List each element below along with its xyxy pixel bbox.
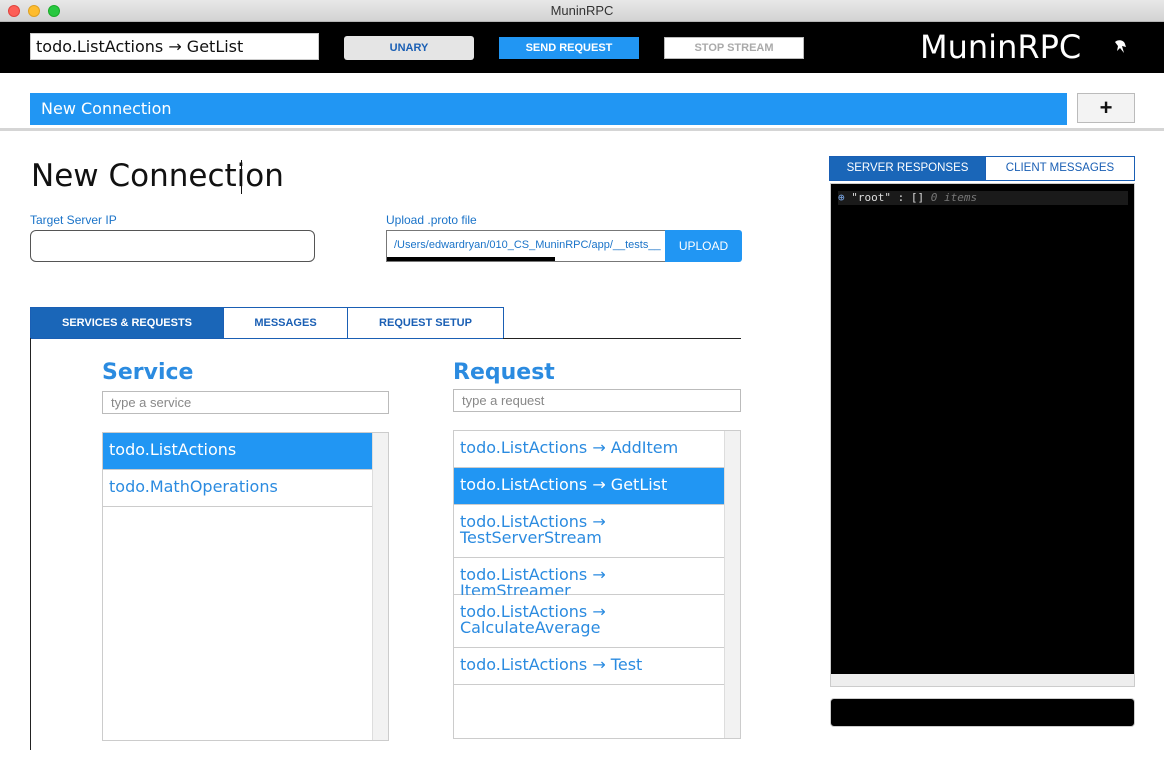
- target-ip-input[interactable]: [30, 230, 315, 262]
- divider: [0, 128, 1164, 131]
- request-search-input[interactable]: type a request: [453, 389, 741, 412]
- service-item-listactions[interactable]: todo.ListActions: [103, 433, 374, 470]
- tab-divider: [503, 338, 741, 339]
- app-brand: MuninRPC: [920, 28, 1082, 66]
- service-list-scrollbar[interactable]: [372, 433, 388, 740]
- zoom-window-button[interactable]: [48, 5, 60, 17]
- server-response-viewer: ⊕ "root" : [] 0 items: [830, 183, 1135, 687]
- service-item-mathoperations[interactable]: todo.MathOperations: [103, 470, 374, 507]
- stop-stream-button[interactable]: STOP STREAM: [664, 37, 804, 59]
- tab-server-responses[interactable]: SERVER RESPONSES: [829, 156, 986, 181]
- tab-messages[interactable]: MESSAGES: [223, 307, 348, 339]
- upload-proto-label: Upload .proto file: [386, 213, 477, 227]
- unary-button[interactable]: UNARY: [344, 36, 474, 60]
- window-titlebar: MuninRPC: [0, 0, 1164, 22]
- target-ip-label: Target Server IP: [30, 213, 117, 227]
- connection-tab[interactable]: New Connection: [30, 93, 1067, 125]
- add-connection-button[interactable]: +: [1077, 93, 1135, 123]
- service-heading: Service: [102, 360, 194, 385]
- request-item-getlist[interactable]: todo.ListActions → GetList: [454, 468, 725, 505]
- request-list-scrollbar[interactable]: [724, 431, 740, 738]
- panel-border: [30, 338, 31, 750]
- text-cursor: [241, 160, 242, 194]
- window-title: MuninRPC: [550, 3, 614, 18]
- request-item-additem[interactable]: todo.ListActions → AddItem: [454, 431, 725, 468]
- send-request-button[interactable]: SEND REQUEST: [499, 37, 639, 59]
- request-item-testserverstream[interactable]: todo.ListActions → TestServerStream: [454, 505, 614, 558]
- tab-request-setup[interactable]: REQUEST SETUP: [347, 307, 504, 339]
- response-status-bar: [830, 698, 1135, 727]
- upload-progress-bar: [387, 257, 555, 261]
- request-heading: Request: [453, 360, 555, 385]
- request-item-calculateaverage[interactable]: todo.ListActions → CalculateAverage: [454, 595, 614, 648]
- route-input[interactable]: todo.ListActions → GetList: [30, 33, 319, 60]
- tab-services-requests[interactable]: SERVICES & REQUESTS: [30, 307, 224, 339]
- json-item-count: 0 items: [930, 191, 978, 204]
- service-search-input[interactable]: type a service: [102, 391, 389, 414]
- top-toolbar: todo.ListActions → GetList UNARY SEND RE…: [0, 22, 1164, 73]
- upload-button[interactable]: UPLOAD: [665, 230, 742, 262]
- close-window-button[interactable]: [8, 5, 20, 17]
- page-title: New Connection: [31, 158, 284, 194]
- service-list: todo.ListActions todo.MathOperations: [102, 432, 389, 741]
- request-item-test[interactable]: todo.ListActions → Test: [454, 648, 725, 685]
- request-list: todo.ListActions → AddItem todo.ListActi…: [453, 430, 741, 739]
- expand-icon[interactable]: ⊕: [838, 191, 845, 204]
- response-horizontal-scrollbar[interactable]: [831, 674, 1134, 686]
- json-root-key: "root" : []: [851, 191, 925, 204]
- json-root-line: ⊕ "root" : [] 0 items: [838, 191, 1128, 205]
- tab-client-messages[interactable]: CLIENT MESSAGES: [985, 156, 1135, 181]
- minimize-window-button[interactable]: [28, 5, 40, 17]
- raven-logo-icon: [1110, 37, 1130, 57]
- request-item-itemstreamer[interactable]: todo.ListActions → ItemStreamer: [454, 558, 725, 599]
